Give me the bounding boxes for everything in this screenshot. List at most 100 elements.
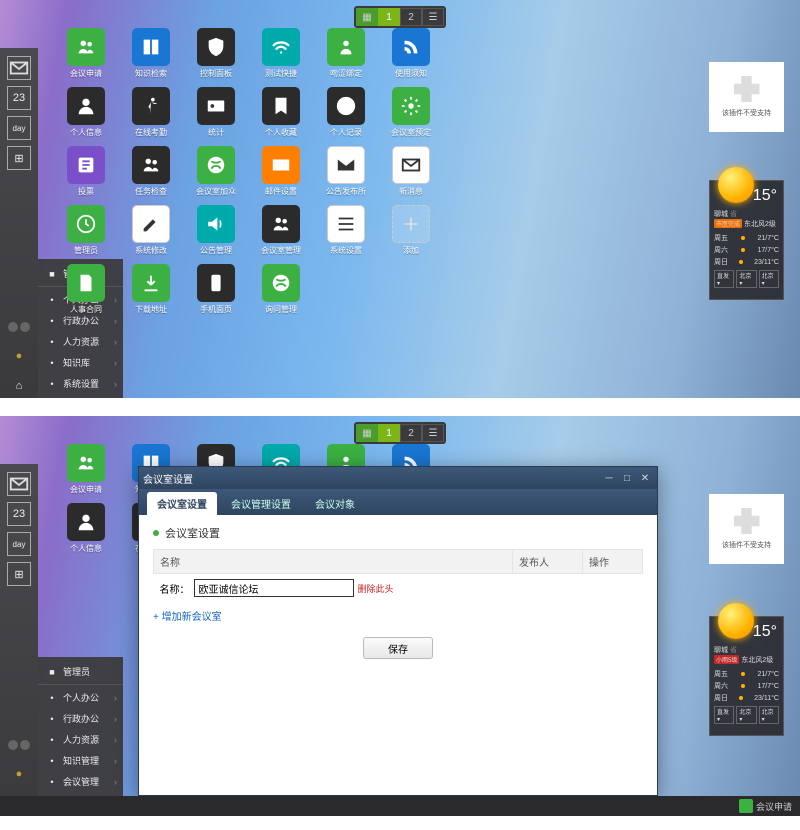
section-dot-icon [153,530,159,536]
app-phone[interactable]: 手机面页 [186,264,246,315]
app-people[interactable]: 会议室管理 [251,205,311,256]
app-book[interactable]: 知识检索 [121,28,181,79]
window-titlebar[interactable]: 会议室设置 ─ □ ✕ [139,467,657,489]
speaker-icon [197,205,235,243]
app-mail[interactable]: 邮件设置 [251,146,311,197]
window-close-button[interactable]: ✕ [637,471,653,485]
pager-menu[interactable]: ☰ [422,8,444,26]
user-icon [67,503,105,541]
calendar-icon[interactable]: 23 [7,86,31,110]
run-icon [132,87,170,125]
delete-row-link[interactable]: 删除此头 [358,582,394,595]
weather-selector[interactable]: 北京 ▾ [736,270,756,288]
calendar-icon[interactable]: 23 [7,502,31,526]
room-name-input[interactable] [194,579,354,597]
app-xbox[interactable]: 会议室加众 [186,146,246,197]
app-label: 测试快捷 [265,68,297,79]
sun-dot-icon [741,684,745,688]
section-header: 会议室设置 [153,525,643,541]
status-dot-1 [8,322,18,332]
app-run[interactable]: 在线考勤 [121,87,181,138]
app-people[interactable]: 会议申请 [56,28,116,79]
pager-page-2[interactable]: 2 [400,424,422,442]
people-icon [67,28,105,66]
app-vote[interactable]: 投票 [56,146,116,197]
app-user[interactable]: 个人信息 [56,87,116,138]
pager-menu[interactable]: ☰ [422,424,444,442]
app-doc[interactable]: 人事合同 [56,264,116,315]
add-room-link[interactable]: + 增加新会议室 [153,602,643,629]
sun-dot-icon [741,248,745,252]
tab-room-settings[interactable]: 会议室设置 [147,492,217,515]
edit-icon [132,205,170,243]
app-plus[interactable]: 添加 [381,205,441,256]
app-label: 会议申请 [70,68,102,79]
app-rss[interactable]: 使用须知 [381,28,441,79]
weather-selector[interactable]: 直发 ▾ [714,270,734,288]
status-dot-2 [20,322,30,332]
app-down[interactable]: 下载地址 [121,264,181,315]
window-minimize-button[interactable]: ─ [601,471,617,485]
app-label: 使用须知 [395,68,427,79]
app-label: 个人信息 [70,127,102,138]
app-card[interactable]: 统计 [186,87,246,138]
mail-icon[interactable] [7,56,31,80]
app-speaker[interactable]: 公告管理 [186,205,246,256]
app-user[interactable]: 个人信息 [56,503,116,554]
day-icon[interactable]: day [7,532,31,556]
day-icon[interactable]: day [7,116,31,140]
app-mail2[interactable]: 新消息 [381,146,441,197]
app-people[interactable]: 任务检查 [121,146,181,197]
shield-icon [197,28,235,66]
mail-icon[interactable] [7,472,31,496]
add-dock-icon[interactable]: ⊞ [7,562,31,586]
app-shield[interactable]: 控制面板 [186,28,246,79]
weather-selector[interactable]: 北京 ▾ [736,706,756,724]
app-xbox[interactable]: 询问管理 [251,264,311,315]
group-icon [327,28,365,66]
rooms-table: 名称 发布人 操作 名称： 删除此头 [153,549,643,602]
window-tabs: 会议室设置 会议管理设置 会议对象 [139,489,657,515]
app-label: 会议室预定 [391,127,431,138]
app-mail[interactable]: 公告发布所 [316,146,376,197]
weather-selector[interactable]: 北京 ▾ [759,706,779,724]
window-title: 会议室设置 [143,471,193,486]
pager-icon[interactable]: ▦ [356,8,378,26]
app-label: 会议室管理 [261,245,301,256]
app-group[interactable]: 吻涩绑定 [316,28,376,79]
app-label: 会议室加众 [196,186,236,197]
app-bookmark[interactable]: 个人收藏 [251,87,311,138]
settings-window: 会议室设置 ─ □ ✕ 会议室设置 会议管理设置 会议对象 会议室设置 名称 发… [138,466,658,796]
status-led: ● [7,762,31,786]
app-chart[interactable]: 个人记录 [316,87,376,138]
weather-selector[interactable]: 北京 ▾ [759,270,779,288]
weather-temp: 15° [753,623,777,641]
puzzle-icon [734,508,760,534]
app-edit[interactable]: 系统修改 [121,205,181,256]
weather-selector[interactable]: 直发 ▾ [714,706,734,724]
sun-dot-icon [741,672,745,676]
app-label: 个人记录 [330,127,362,138]
tab-manage-settings[interactable]: 会议管理设置 [221,492,301,515]
pager-page-2[interactable]: 2 [400,8,422,26]
row-label: 名称： [160,581,190,596]
window-maximize-button[interactable]: □ [619,471,635,485]
pager-icon[interactable]: ▦ [356,424,378,442]
app-gear[interactable]: 会议室预定 [381,87,441,138]
pager-page-1[interactable]: 1 [378,424,400,442]
pager-page-1[interactable]: 1 [378,8,400,26]
save-button[interactable]: 保存 [363,637,433,659]
weather-city: 聊城 省 [714,209,779,219]
app-wifi[interactable]: 测试快捷 [251,28,311,79]
app-clock[interactable]: 管理员 [56,205,116,256]
tab-targets[interactable]: 会议对象 [305,492,365,515]
col-publisher: 发布人 [513,550,583,574]
mail2-icon [392,146,430,184]
app-label: 询问管理 [265,304,297,315]
app-lines[interactable]: 系统设置 [316,205,376,256]
app-people[interactable]: 会议申请 [56,444,116,495]
add-dock-icon[interactable]: ⊞ [7,146,31,170]
taskbar-app[interactable]: 会议申请 [739,799,792,813]
home-icon[interactable]: ⌂ [7,374,31,398]
table-row: 名称： 删除此头 [154,574,643,603]
